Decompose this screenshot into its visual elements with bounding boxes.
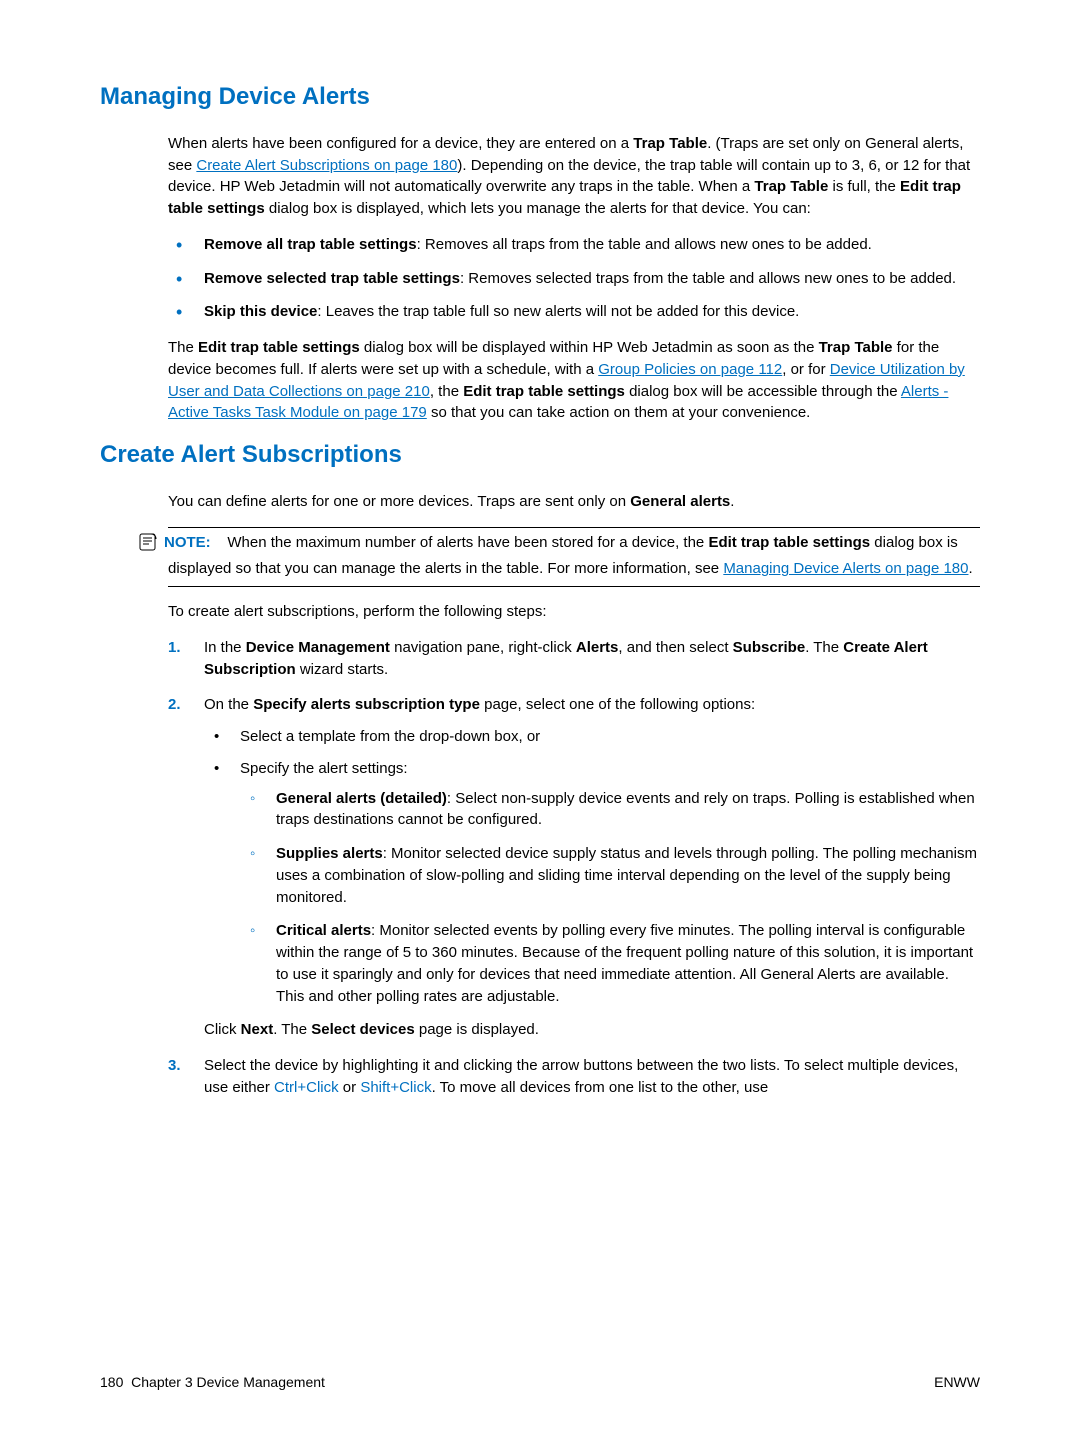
text: : Removes selected traps from the table … xyxy=(460,270,956,287)
text: . xyxy=(730,493,734,510)
page: Managing Device Alerts When alerts have … xyxy=(0,0,1080,1437)
list-item: Select a template from the drop-down box… xyxy=(204,726,980,748)
list-item: Remove all trap table settings: Removes … xyxy=(168,234,980,256)
term: Edit trap table settings xyxy=(708,534,870,551)
term: Remove all trap table settings xyxy=(204,236,417,253)
paragraph: Click Next. The Select devices page is d… xyxy=(204,1019,980,1041)
term: Next xyxy=(241,1021,274,1038)
term: Remove selected trap table settings xyxy=(204,270,460,287)
text: . The xyxy=(273,1021,311,1038)
link-create-alert-subs[interactable]: Create Alert Subscriptions on page 180 xyxy=(196,157,457,174)
text: . The xyxy=(805,639,843,656)
sub-bullet-list: Select a template from the drop-down box… xyxy=(204,726,980,1007)
term: Critical alerts xyxy=(276,922,371,939)
term: Supplies alerts xyxy=(276,845,383,862)
note-label: NOTE: xyxy=(164,534,211,551)
term: Subscribe xyxy=(733,639,806,656)
text: Specify the alert settings: xyxy=(240,760,408,777)
text: page is displayed. xyxy=(415,1021,539,1038)
link-managing-device-alerts[interactable]: Managing Device Alerts on page 180 xyxy=(723,560,968,577)
list-item: General alerts (detailed): Select non-su… xyxy=(240,788,980,832)
note-block: NOTE: When the maximum number of alerts … xyxy=(168,527,980,588)
text: , the xyxy=(430,383,463,400)
section-body: When alerts have been configured for a d… xyxy=(168,133,980,424)
text: : Removes all traps from the table and a… xyxy=(417,236,872,253)
text: . xyxy=(968,560,972,577)
term: Device Management xyxy=(246,639,390,656)
text: or xyxy=(339,1079,361,1096)
term: Select devices xyxy=(311,1021,414,1038)
text: dialog box will be accessible through th… xyxy=(625,383,901,400)
paragraph: You can define alerts for one or more de… xyxy=(168,491,980,513)
term: General alerts xyxy=(630,493,730,510)
text: . To move all devices from one list to t… xyxy=(432,1079,769,1096)
text: You can define alerts for one or more de… xyxy=(168,493,630,510)
text: : Leaves the trap table full so new aler… xyxy=(317,303,799,320)
text: , and then select xyxy=(618,639,732,656)
term: Skip this device xyxy=(204,303,317,320)
paragraph: The Edit trap table settings dialog box … xyxy=(168,337,980,424)
text: page, select one of the following option… xyxy=(480,696,755,713)
term: Trap Table xyxy=(819,339,893,356)
step-3: 3. Select the device by highlighting it … xyxy=(168,1055,980,1099)
text: In the xyxy=(204,639,246,656)
page-number: 180 xyxy=(100,1374,123,1390)
numbered-list: 1. In the Device Management navigation p… xyxy=(168,637,980,1099)
keyboard-shortcut: Shift+Click xyxy=(360,1079,431,1096)
chapter-label: Chapter 3 Device Management xyxy=(131,1374,325,1390)
page-footer: 180 Chapter 3 Device Management ENWW xyxy=(100,1372,980,1392)
text: so that you can take action on them at y… xyxy=(427,404,811,421)
list-item: Skip this device: Leaves the trap table … xyxy=(168,301,980,323)
list-item: Remove selected trap table settings: Rem… xyxy=(168,268,980,290)
list-item: Critical alerts: Monitor selected events… xyxy=(240,920,980,1007)
term: General alerts (detailed) xyxy=(276,790,447,807)
term-trap-table: Trap Table xyxy=(754,178,828,195)
text: wizard starts. xyxy=(296,661,389,678)
circle-bullet-list: General alerts (detailed): Select non-su… xyxy=(240,788,980,1008)
text: navigation pane, right-click xyxy=(390,639,576,656)
term: Alerts xyxy=(576,639,619,656)
link-group-policies[interactable]: Group Policies on page 112 xyxy=(598,361,782,378)
step-number: 2. xyxy=(168,694,181,716)
step-number: 3. xyxy=(168,1055,181,1077)
text: When the maximum number of alerts have b… xyxy=(227,534,708,551)
text: When alerts have been configured for a d… xyxy=(168,135,633,152)
footer-right: ENWW xyxy=(934,1372,980,1392)
term: Edit trap table settings xyxy=(198,339,360,356)
text: : Monitor selected events by polling eve… xyxy=(276,922,973,1004)
heading-managing-device-alerts: Managing Device Alerts xyxy=(100,80,980,115)
note-icon xyxy=(138,532,160,559)
step-2: 2. On the Specify alerts subscription ty… xyxy=(168,694,980,1041)
text: Click xyxy=(204,1021,241,1038)
text: dialog box will be displayed within HP W… xyxy=(360,339,819,356)
text: is full, the xyxy=(828,178,900,195)
list-item: Supplies alerts: Monitor selected device… xyxy=(240,843,980,908)
text: , or for xyxy=(782,361,830,378)
bullet-list: Remove all trap table settings: Removes … xyxy=(168,234,980,323)
step-number: 1. xyxy=(168,637,181,659)
text: On the xyxy=(204,696,253,713)
paragraph: To create alert subscriptions, perform t… xyxy=(168,601,980,623)
term: Edit trap table settings xyxy=(463,383,625,400)
footer-left: 180 Chapter 3 Device Management xyxy=(100,1372,325,1392)
paragraph: When alerts have been configured for a d… xyxy=(168,133,980,220)
step-1: 1. In the Device Management navigation p… xyxy=(168,637,980,681)
heading-create-alert-subscriptions: Create Alert Subscriptions xyxy=(100,438,980,473)
text: The xyxy=(168,339,198,356)
section-body: You can define alerts for one or more de… xyxy=(168,491,980,1099)
term-trap-table: Trap Table xyxy=(633,135,707,152)
term: Specify alerts subscription type xyxy=(253,696,480,713)
list-item: Specify the alert settings: General aler… xyxy=(204,758,980,1008)
text xyxy=(215,534,228,551)
keyboard-shortcut: Ctrl+Click xyxy=(274,1079,339,1096)
text: dialog box is displayed, which lets you … xyxy=(265,200,811,217)
